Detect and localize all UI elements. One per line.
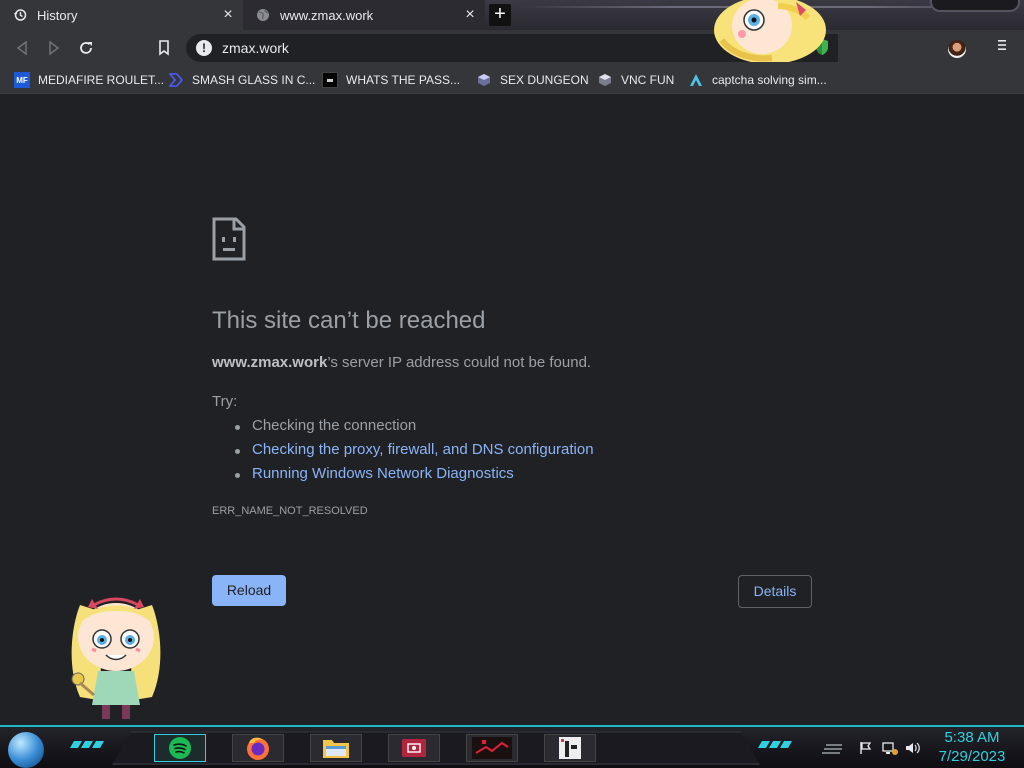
new-tab-button[interactable]: +	[489, 4, 511, 26]
error-host: www.zmax.work	[212, 354, 328, 371]
details-button[interactable]: Details	[738, 575, 812, 608]
error-title: This site can’t be reached	[212, 307, 486, 334]
bookmark-label: SEX DUNGEON	[500, 73, 589, 87]
network-icon[interactable]	[882, 741, 898, 757]
taskbar-app-media[interactable]	[388, 734, 440, 762]
browser-toolbar: ! zmax.work	[0, 30, 1024, 66]
try-label: Try:	[212, 393, 238, 410]
back-button[interactable]	[10, 36, 34, 60]
firefox-icon	[247, 737, 269, 760]
bookmark-smash-glass[interactable]: SMASH GLASS IN C...	[168, 70, 315, 90]
error-code: ERR_NAME_NOT_RESOLVED	[212, 505, 368, 517]
smash-icon	[168, 72, 184, 88]
taskbar-app-spotify[interactable]	[154, 734, 206, 762]
bookmark-label: SMASH GLASS IN C...	[192, 73, 316, 87]
bookmark-icon	[159, 40, 169, 56]
bookmark-label: WHATS THE PASS...	[346, 73, 461, 87]
bookmarks-bar: MF MEDIAFIRE ROULET... SMASH GLASS IN C.…	[0, 66, 1024, 94]
tab-label: www.zmax.work	[280, 7, 374, 23]
tab-strip: History × www.zmax.work × +	[0, 0, 1024, 30]
taskbar-decoration-left	[69, 741, 105, 751]
bookmark-label: captcha solving sim...	[712, 73, 827, 87]
dark-square-icon	[322, 72, 338, 88]
folder-icon	[323, 740, 349, 758]
taskbar-decoration-right	[757, 741, 793, 751]
taskbar-app-firefox[interactable]	[232, 734, 284, 762]
taskbar: 5:38 AM 7/29/2023	[0, 725, 1024, 768]
bookmark-sex-dungeon[interactable]: SEX DUNGEON	[476, 70, 589, 90]
bookmark-whats-the-pass[interactable]: WHATS THE PASS...	[322, 70, 460, 90]
spotify-icon	[169, 737, 191, 759]
site-info-icon[interactable]: !	[196, 40, 212, 56]
action-center-flag-icon[interactable]	[858, 741, 874, 757]
bookmark-captcha-solving[interactable]: captcha solving sim...	[688, 70, 827, 90]
mediafire-icon: MF	[14, 72, 30, 88]
bookmark-vnc-fun[interactable]: VNC FUN	[597, 70, 674, 90]
suggestion-network-diagnostics-link[interactable]: Running Windows Network Diagnostics	[230, 465, 594, 489]
forward-button[interactable]	[42, 36, 66, 60]
window-controls-frame	[930, 0, 1020, 12]
clock-time[interactable]: 5:38 AM	[932, 729, 1012, 746]
clock-date[interactable]: 7/29/2023	[928, 748, 1016, 765]
virtualbox-icon	[476, 72, 492, 88]
bookmark-label: MEDIAFIRE ROULET...	[38, 73, 165, 87]
tab-label: History	[37, 7, 78, 23]
suggestions-list: Checking the connection Checking the pro…	[230, 417, 594, 489]
error-description: www.zmax.work’s server IP address could …	[212, 354, 591, 371]
suggestion-check-connection: Checking the connection	[230, 417, 594, 441]
globe-icon	[255, 7, 271, 23]
bookmark-mediafire-roulette[interactable]: MF MEDIAFIRE ROULET...	[14, 70, 164, 90]
media-player-icon	[402, 739, 426, 757]
taskbar-app-terminal[interactable]	[544, 734, 596, 762]
star-butterfly-sticker	[71, 597, 161, 719]
reload-icon	[80, 42, 92, 54]
taskbar-app-file-explorer[interactable]	[310, 734, 362, 762]
close-tab-icon[interactable]: ×	[218, 5, 238, 25]
suggestion-check-proxy-link[interactable]: Checking the proxy, firewall, and DNS co…	[230, 441, 594, 465]
tab-zmax[interactable]: www.zmax.work ×	[243, 0, 485, 30]
close-tab-icon[interactable]: ×	[460, 5, 480, 25]
volume-icon[interactable]	[905, 741, 921, 757]
history-icon	[12, 7, 28, 23]
vnc-icon	[597, 72, 613, 88]
arch-icon	[688, 72, 704, 88]
reload-button[interactable]	[74, 36, 98, 60]
back-arrow-icon	[16, 41, 27, 55]
forward-arrow-icon	[49, 41, 60, 55]
game-thumbnail-icon	[472, 737, 512, 759]
browser-menu-icon[interactable]	[990, 36, 1014, 60]
tray-overflow-icon[interactable]	[822, 743, 844, 757]
bookmark-label: VNC FUN	[621, 73, 675, 87]
error-description-suffix: ’s server IP address could not be found.	[327, 354, 592, 371]
address-url[interactable]: zmax.work	[222, 40, 289, 56]
tab-history[interactable]: History ×	[0, 0, 243, 30]
sad-page-icon	[212, 217, 246, 261]
error-page: This site can’t be reached www.zmax.work…	[0, 95, 1024, 725]
bookmark-button[interactable]	[152, 36, 176, 60]
reload-page-button[interactable]: Reload	[212, 575, 286, 606]
pixel-app-icon	[559, 737, 581, 759]
taskbar-app-game[interactable]	[466, 734, 518, 762]
profile-avatar[interactable]	[948, 40, 966, 58]
start-button[interactable]	[8, 732, 44, 768]
star-butterfly-sticker-top	[708, 0, 832, 62]
